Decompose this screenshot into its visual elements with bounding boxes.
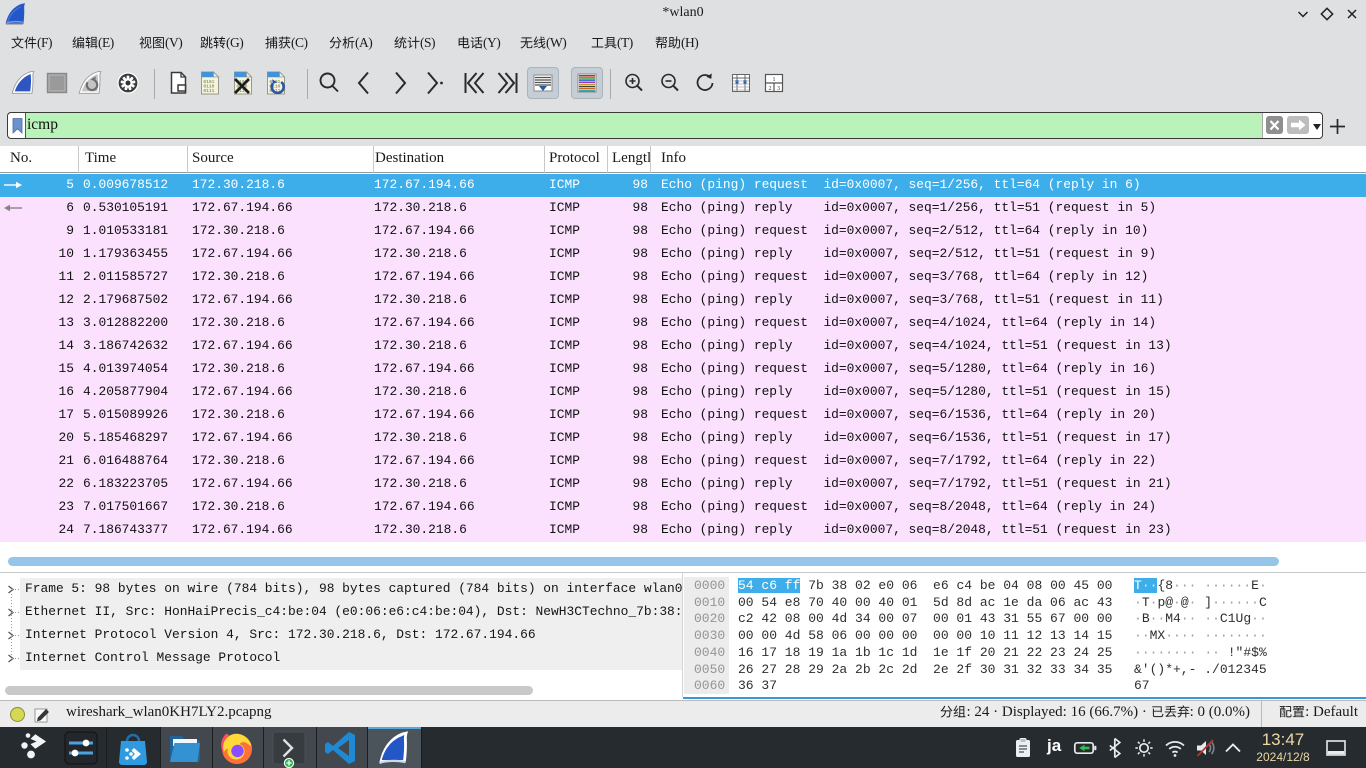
- svg-text:2: 2: [769, 86, 772, 92]
- svg-text:0111: 0111: [203, 88, 214, 94]
- svg-text:1: 1: [773, 77, 776, 83]
- svg-text:3: 3: [777, 86, 780, 92]
